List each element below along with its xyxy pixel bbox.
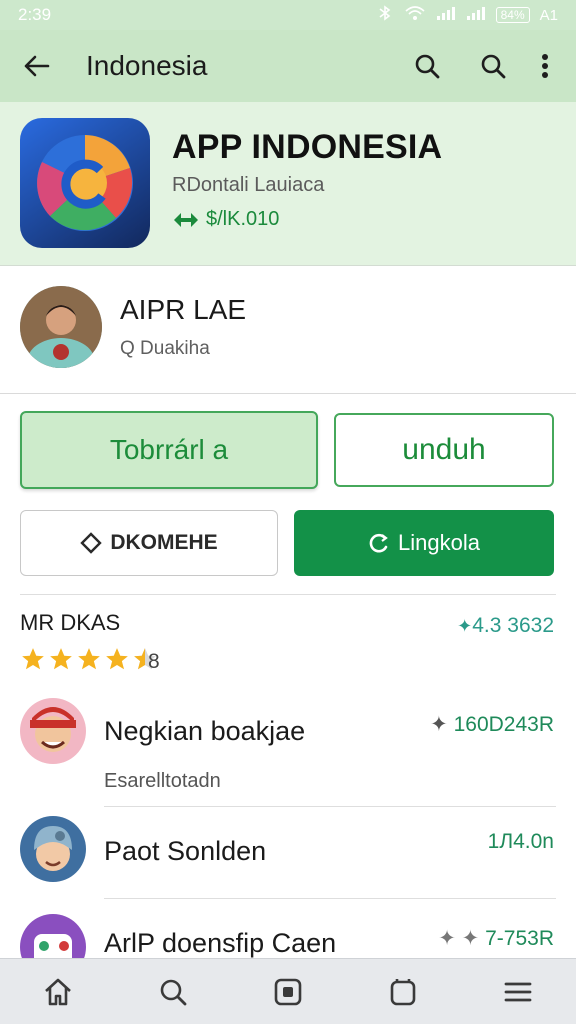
star-icon xyxy=(22,648,44,670)
primary-light-button[interactable]: Tobrrárl a xyxy=(20,411,318,489)
app-title: APP INDONESIA xyxy=(172,128,443,166)
list-item-title[interactable]: Paot Sonlden xyxy=(104,836,266,867)
nav-home-button[interactable] xyxy=(28,962,88,1022)
battery-indicator: 84% xyxy=(495,7,530,23)
price-text: $/lK.010 xyxy=(206,208,280,230)
sparkle-icon: ✦ xyxy=(457,616,473,636)
list-item-avatar xyxy=(20,816,86,882)
ratings-count: 8 xyxy=(148,650,160,673)
divider xyxy=(104,898,556,899)
page-title: Indonesia xyxy=(86,50,208,81)
app-logo-icon[interactable] xyxy=(20,118,150,248)
download-button[interactable]: unduh xyxy=(334,413,554,487)
sparkle-icon: ✦ ✦ xyxy=(438,927,486,950)
search-icon xyxy=(415,54,440,79)
transfer-arrows-icon xyxy=(174,212,198,227)
bottom-navigation xyxy=(0,958,576,1024)
search-button-2[interactable] xyxy=(470,43,516,89)
square-icon xyxy=(274,978,302,1005)
signal-icon-2 xyxy=(466,5,486,25)
developer-name: AIPR LAE xyxy=(120,294,247,325)
list-item-title[interactable]: ArlP doensfip Caen xyxy=(104,928,336,959)
status-time: 2:39 xyxy=(18,5,52,24)
list-item-value: 1Л4.0n xyxy=(487,830,554,853)
list-item-value: ✦ 160D243R xyxy=(430,712,554,737)
list-item-value-text: 7-753R xyxy=(485,927,554,950)
nav-menu-button[interactable] xyxy=(488,962,548,1022)
secondary-button-label: DKOMEHE xyxy=(110,531,218,554)
arrow-left-icon xyxy=(24,55,50,77)
search-icon xyxy=(160,979,187,1005)
status-bar: 2:39 84% A1 xyxy=(0,0,576,30)
app-price: $/lK.010 xyxy=(172,208,279,231)
app-bar: Indonesia xyxy=(0,30,576,102)
nav-library-button[interactable] xyxy=(373,962,433,1022)
more-vert-icon xyxy=(542,54,548,78)
more-options-button[interactable] xyxy=(530,43,560,89)
search-icon xyxy=(481,54,506,79)
list-item-avatar xyxy=(20,698,86,764)
sparkle-icon: ✦ xyxy=(430,713,454,736)
app-subtitle: RDontali Lauiaca xyxy=(172,174,325,196)
home-icon xyxy=(44,978,71,1005)
action-button-label: Lingkola xyxy=(398,530,480,555)
developer-subtitle: Q Duakiha xyxy=(120,338,210,359)
diamond-icon xyxy=(80,532,103,554)
list-item-value: ✦ ✦ 7-753R xyxy=(438,926,554,951)
divider xyxy=(104,806,556,807)
tablet-icon xyxy=(390,978,416,1005)
refresh-icon xyxy=(369,533,388,553)
search-button[interactable] xyxy=(404,43,450,89)
menu-icon xyxy=(504,982,532,1001)
signal-icon xyxy=(436,5,456,25)
ratings-label: MR DKAS xyxy=(20,610,121,635)
action-button[interactable]: Lingkola xyxy=(294,510,554,576)
status-network-label: A1 xyxy=(539,6,558,24)
star-icon xyxy=(106,648,128,670)
developer-row[interactable]: AIPR LAE Q Duakiha xyxy=(0,268,576,394)
list-item-value-text: 160D243R xyxy=(453,713,554,736)
wifi-icon xyxy=(404,5,426,25)
status-icons: 84% A1 xyxy=(376,4,558,26)
app-header: APP INDONESIA RDontali Lauiaca $/lK.010 xyxy=(0,102,576,266)
ratings-value: ✦4.3 3632 xyxy=(457,614,554,638)
star-icon xyxy=(50,648,72,670)
secondary-button[interactable]: DKOMEHE xyxy=(20,510,278,576)
nav-apps-button[interactable] xyxy=(258,962,318,1022)
divider xyxy=(20,594,556,595)
back-button[interactable] xyxy=(16,43,56,89)
nav-search-button[interactable] xyxy=(143,962,203,1022)
star-rating xyxy=(20,646,158,672)
developer-avatar xyxy=(20,286,102,368)
list-item-subtitle: Esarelltotadn xyxy=(104,770,221,792)
list-item-title[interactable]: Negkian boakjae xyxy=(104,716,305,747)
ratings-value-text: 4.3 3632 xyxy=(472,614,554,637)
star-icon xyxy=(78,648,100,670)
bluetooth-icon xyxy=(376,4,394,26)
